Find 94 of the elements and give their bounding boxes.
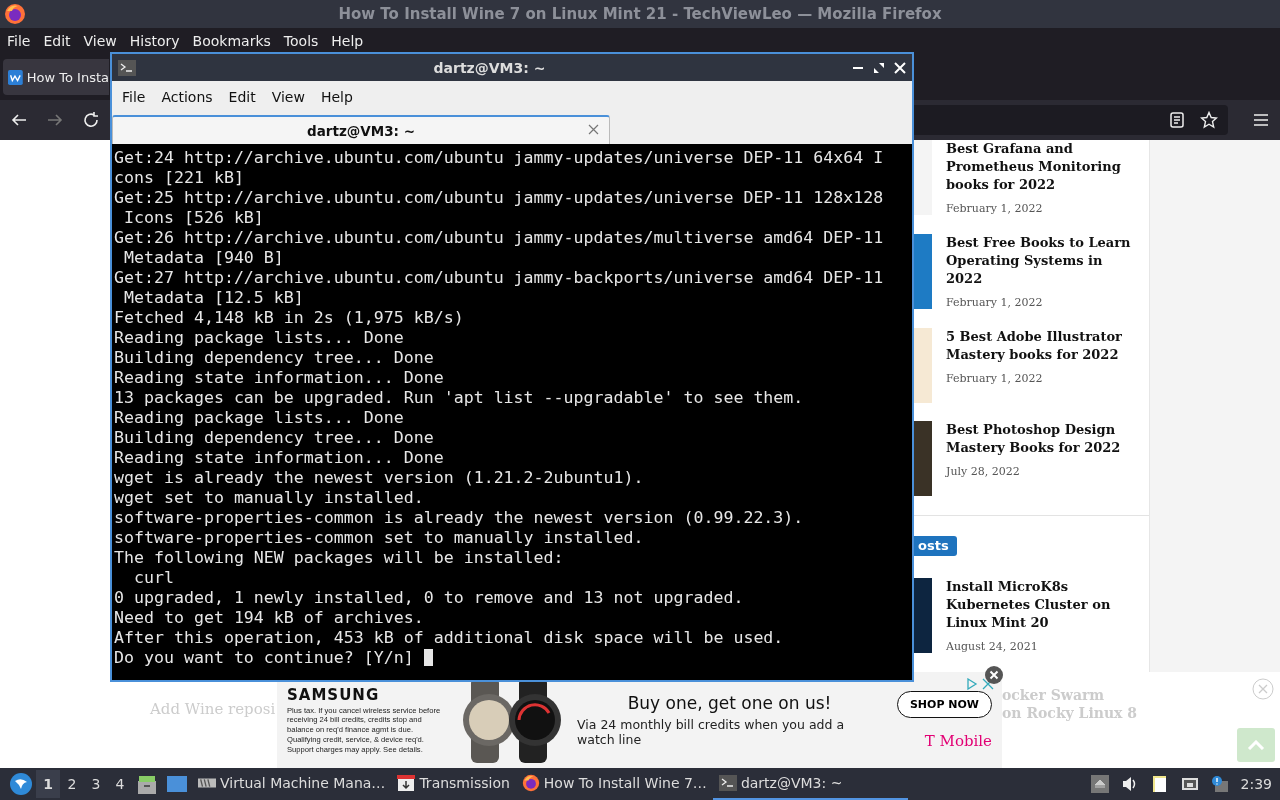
browser-tab[interactable]: How To Insta bbox=[3, 59, 109, 95]
reader-view-icon[interactable] bbox=[1168, 111, 1186, 129]
firefox-icon bbox=[521, 774, 540, 792]
terminal-line: 13 packages can be upgraded. Run 'apt list --upgradable' to see them. bbox=[114, 388, 804, 407]
workspace-button[interactable]: 1 bbox=[36, 770, 60, 798]
terminal-icon bbox=[718, 774, 737, 792]
taskbar-task[interactable]: dartz@VM3: ~ bbox=[712, 768, 908, 800]
menu-icon[interactable] bbox=[1252, 111, 1270, 129]
ad-choices-icon[interactable] bbox=[966, 678, 994, 690]
download-box-icon bbox=[397, 774, 416, 792]
menu-item[interactable]: Bookmarks bbox=[192, 33, 271, 49]
taskbar-task[interactable]: How To Install Wine 7… bbox=[515, 768, 713, 800]
menu-item[interactable]: Tools bbox=[283, 33, 319, 49]
terminal-line: Reading state information... Done bbox=[114, 448, 444, 467]
terminal-line: software-properties-common set to manually installed. bbox=[114, 528, 644, 547]
menu-item[interactable]: File bbox=[114, 89, 154, 105]
reload-icon[interactable] bbox=[82, 111, 100, 129]
start-menu-icon[interactable] bbox=[10, 773, 32, 795]
post-title-link[interactable]: 5 Best Adobe Illustrator Mastery books for 2022 bbox=[946, 327, 1132, 364]
terminal-line: The following NEW packages will be installed: bbox=[114, 548, 564, 567]
terminal-line: wget set to manually installed. bbox=[114, 488, 424, 507]
post-title-link[interactable]: Install MicroK8s Kubernetes Cluster on Linux Mint 20 bbox=[946, 578, 1132, 633]
terminal-line: Get:26 http://archive.ubuntu.com/ubuntu jammy-updates/multiverse amd64 DEP-11 bbox=[114, 228, 884, 247]
taskbar-task[interactable]: Transmission bbox=[391, 768, 516, 800]
file-cabinet-icon[interactable] bbox=[136, 773, 158, 795]
ad-subline: Via 24 monthly bill credits when you add a watch line bbox=[577, 717, 846, 747]
terminal-line: Metadata [12.5 kB] bbox=[123, 288, 304, 307]
terminal-line: Building dependency tree... Done bbox=[114, 348, 434, 367]
site-logo-icon bbox=[8, 68, 23, 86]
window-icon[interactable] bbox=[166, 773, 188, 795]
terminal-line: Fetched 4,148 kB in 2s (1,975 kB/s) bbox=[114, 308, 464, 327]
workspace-button[interactable]: 2 bbox=[60, 770, 84, 798]
post-title-link[interactable]: Best Free Books to Learn Operating Systems in 2022 bbox=[946, 233, 1132, 288]
task-label: Transmission bbox=[419, 775, 510, 791]
firefox-icon bbox=[4, 3, 26, 25]
task-label: Virtual Machine Mana… bbox=[220, 775, 386, 791]
window-title: dartz@VM3: ~ bbox=[432, 59, 547, 76]
post-date: July 28, 2022 bbox=[946, 465, 1021, 479]
task-label: dartz@VM3: ~ bbox=[740, 775, 843, 791]
chevron-up-icon bbox=[1247, 740, 1265, 750]
taskbar-task[interactable]: Virtual Machine Mana… bbox=[192, 768, 392, 800]
menu-item[interactable]: Edit bbox=[43, 33, 71, 49]
terminal-line: Building dependency tree... Done bbox=[114, 428, 434, 447]
menu-item[interactable]: View bbox=[263, 89, 313, 105]
close-icon[interactable] bbox=[985, 666, 1003, 684]
shop-now-button[interactable]: SHOP NOW bbox=[896, 690, 992, 718]
terminal-line: Need to get 194 kB of archives. bbox=[114, 608, 424, 627]
terminal-line: Reading package lists... Done bbox=[114, 328, 404, 347]
task-label: How To Install Wine 7… bbox=[543, 775, 707, 791]
cursor bbox=[423, 649, 433, 666]
menu-item[interactable]: View bbox=[83, 33, 117, 49]
tab-title: How To Insta bbox=[26, 69, 109, 85]
menu-item[interactable]: History bbox=[129, 33, 180, 49]
terminal-line: software-properties-common is already the newest version (0.99.22.3). bbox=[114, 508, 804, 527]
terminal-line: 0 upgraded, 1 newly installed, 0 to remove and 13 not upgraded. bbox=[114, 588, 744, 607]
menu-item[interactable]: Help bbox=[331, 33, 364, 49]
terminal-line: After this operation, 453 kB of additional disk space will be used. bbox=[114, 628, 784, 647]
workspace-button[interactable]: 4 bbox=[108, 770, 132, 798]
terminal-line: Get:25 http://archive.ubuntu.com/ubuntu jammy-updates/universe DEP-11 128x128 bbox=[114, 188, 884, 207]
post-title-link[interactable]: Best Photoshop Design Mastery Books for 2022 bbox=[946, 421, 1132, 458]
menu-item[interactable]: Actions bbox=[153, 89, 221, 105]
menu-item[interactable]: Help bbox=[312, 89, 361, 105]
terminal-line: Metadata [940 B] bbox=[123, 248, 284, 267]
terminal-line: curl bbox=[132, 568, 174, 587]
window-title: How To Install Wine 7 on Linux Mint 21 - TechViewLeo — Mozilla Firefox bbox=[337, 5, 943, 23]
clipboard-icon[interactable] bbox=[1150, 775, 1169, 793]
terminal-line: Reading state information... Done bbox=[114, 368, 444, 387]
post-date: February 1, 2022 bbox=[946, 202, 1044, 215]
terminal-line: Reading package lists... Done bbox=[114, 408, 404, 427]
terminal-line: Get:24 http://archive.ubuntu.com/ubuntu jammy-updates/universe DEP-11 64x64 I bbox=[114, 148, 884, 167]
star-icon[interactable] bbox=[1200, 111, 1218, 129]
terminal-line: Get:27 http://archive.ubuntu.com/ubuntu jammy-backports/universe amd64 DEP-11 bbox=[114, 268, 884, 287]
terminal-tab[interactable]: dartz@VM3: ~ bbox=[112, 115, 610, 144]
terminal-line: wget is already the newest version (1.21.2-2ubuntu1). bbox=[114, 468, 644, 487]
terminal-icon bbox=[118, 59, 136, 76]
clock: 2:39 bbox=[1240, 776, 1272, 792]
maximize-icon[interactable] bbox=[873, 61, 885, 74]
post-date: February 1, 2022 bbox=[946, 295, 1044, 309]
ad-headline: Buy one, get one on us! bbox=[627, 693, 832, 713]
post-date: February 1, 2022 bbox=[946, 371, 1044, 385]
terminal-line: Do you want to continue? [Y/n] bbox=[114, 648, 415, 667]
ad-logo: T Mobile bbox=[924, 731, 992, 750]
menu-item[interactable]: Edit bbox=[220, 89, 264, 105]
notification-icon[interactable] bbox=[1210, 775, 1229, 793]
post-title-link[interactable]: Best Grafana and Prometheus Monitoring books for 2022 bbox=[946, 140, 1132, 194]
terminal-line: cons [221 kB] bbox=[114, 168, 244, 187]
post-date: August 24, 2021 bbox=[946, 640, 1039, 654]
network-icon[interactable] bbox=[1180, 775, 1199, 793]
ad-brand: SAMSUNG bbox=[287, 685, 381, 704]
workspace-button[interactable]: 3 bbox=[84, 770, 108, 798]
eject-icon[interactable] bbox=[1090, 775, 1109, 793]
ad-banner[interactable] bbox=[277, 672, 1002, 768]
terminal-line: Icons [526 kB] bbox=[123, 208, 264, 227]
menu-item[interactable]: File bbox=[7, 33, 31, 49]
